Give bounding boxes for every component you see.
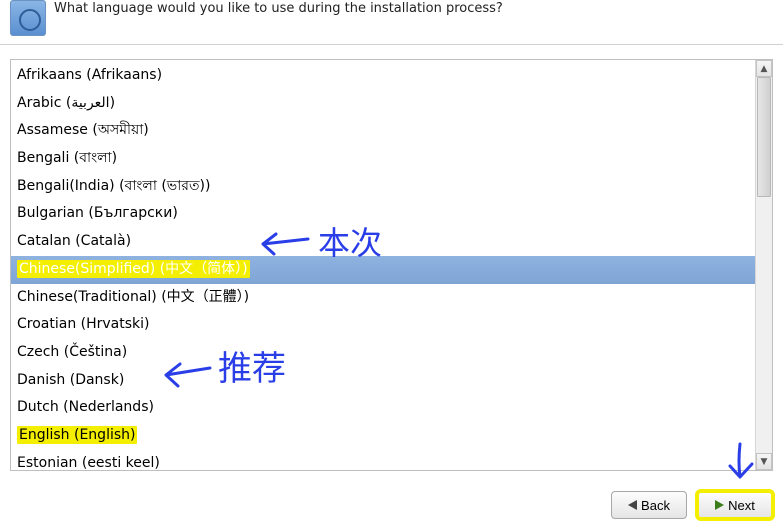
next-button[interactable]: Next [697,491,773,519]
language-option[interactable]: Bengali(India) (বাংলা (ভারত)) [11,173,755,201]
scroll-down-button[interactable]: ▼ [756,453,772,470]
language-option[interactable]: Bengali (বাংলা) [11,145,755,173]
arrow-left-icon [628,500,637,510]
header-prompt: What language would you like to use duri… [54,0,503,18]
arrow-right-icon [715,500,724,510]
back-button[interactable]: Back [611,491,687,519]
next-label: Next [728,498,755,513]
scrollbar[interactable]: ▲ ▼ [755,60,772,470]
language-option[interactable]: Danish (Dansk) [11,367,755,395]
language-option[interactable]: Estonian (eesti keel) [11,450,755,470]
language-option[interactable]: English (English) [11,422,755,450]
scroll-up-button[interactable]: ▲ [756,60,772,77]
language-option[interactable]: Arabic (العربية) [11,90,755,118]
language-option[interactable]: Assamese (অসমীয়া) [11,117,755,145]
language-option[interactable]: Croatian (Hrvatski) [11,311,755,339]
globe-icon [10,0,46,36]
language-option[interactable]: Chinese(Simplified) (中文（简体）) [11,256,755,284]
language-list[interactable]: Afrikaans (Afrikaans)Arabic (العربية)Ass… [11,60,755,470]
scroll-thumb[interactable] [757,77,771,197]
back-label: Back [641,498,670,513]
language-option[interactable]: Czech (Čeština) [11,339,755,367]
language-option[interactable]: Dutch (Nederlands) [11,394,755,422]
language-list-container: Afrikaans (Afrikaans)Arabic (العربية)Ass… [10,59,773,471]
header: What language would you like to use duri… [0,0,783,45]
language-option[interactable]: Bulgarian (Български) [11,200,755,228]
language-option[interactable]: Afrikaans (Afrikaans) [11,62,755,90]
language-option[interactable]: Chinese(Traditional) (中文（正體）) [11,284,755,312]
footer-buttons: Back Next [611,491,773,519]
language-option[interactable]: Catalan (Català) [11,228,755,256]
